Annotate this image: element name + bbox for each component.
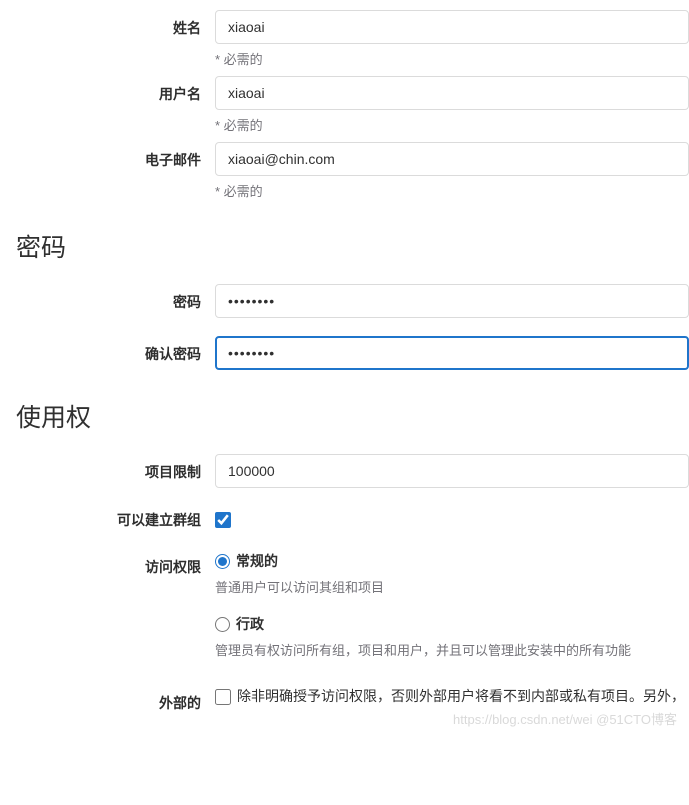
access-section-heading: 使用权 <box>16 398 689 434</box>
username-label: 用户名 <box>0 76 215 104</box>
access-admin-label: 行政 <box>236 614 264 634</box>
confirm-password-label: 确认密码 <box>0 336 215 364</box>
access-regular-desc: 普通用户可以访问其组和项目 <box>215 577 689 596</box>
project-limit-input[interactable] <box>215 454 689 488</box>
project-limit-label: 项目限制 <box>0 454 215 482</box>
name-label: 姓名 <box>0 10 215 38</box>
external-desc: 除非明确授予访问权限，否则外部用户将看不到内部或私有项目。另外， <box>237 687 685 707</box>
access-regular-radio[interactable] <box>215 554 230 569</box>
access-admin-radio[interactable] <box>215 617 230 632</box>
field-can-create-group: 可以建立群组 <box>0 502 689 531</box>
field-email: 电子邮件 * 必需的 <box>0 142 689 200</box>
can-create-group-label: 可以建立群组 <box>0 502 215 530</box>
field-password: 密码 <box>0 284 689 318</box>
password-input[interactable] <box>215 284 689 318</box>
external-label: 外部的 <box>0 685 215 713</box>
confirm-password-input[interactable] <box>215 336 689 370</box>
external-checkbox[interactable] <box>215 689 231 705</box>
field-username: 用户名 * 必需的 <box>0 76 689 134</box>
access-regular-label: 常规的 <box>236 551 278 571</box>
username-input[interactable] <box>215 76 689 110</box>
access-admin-desc: 管理员有权访问所有组，项目和用户，并且可以管理此安装中的所有功能 <box>215 640 689 659</box>
can-create-group-checkbox[interactable] <box>215 512 231 528</box>
email-label: 电子邮件 <box>0 142 215 170</box>
name-input[interactable] <box>215 10 689 44</box>
email-input[interactable] <box>215 142 689 176</box>
password-section-heading: 密码 <box>16 228 689 264</box>
field-external: 外部的 除非明确授予访问权限，否则外部用户将看不到内部或私有项目。另外， <box>0 685 689 713</box>
password-label: 密码 <box>0 284 215 312</box>
access-level-label: 访问权限 <box>0 549 215 577</box>
external-checkbox-row: 除非明确授予访问权限，否则外部用户将看不到内部或私有项目。另外， <box>215 687 689 707</box>
field-confirm-password: 确认密码 <box>0 336 689 370</box>
name-required-text: * 必需的 <box>215 49 689 68</box>
username-required-text: * 必需的 <box>215 115 689 134</box>
field-access-level: 访问权限 常规的 普通用户可以访问其组和项目 行政 管理员有权访问所有组，项目和… <box>0 549 689 677</box>
field-project-limit: 项目限制 <box>0 454 689 488</box>
email-required-text: * 必需的 <box>215 181 689 200</box>
radio-regular-row: 常规的 <box>215 551 689 571</box>
radio-admin-row: 行政 <box>215 614 689 634</box>
field-name: 姓名 * 必需的 <box>0 10 689 68</box>
